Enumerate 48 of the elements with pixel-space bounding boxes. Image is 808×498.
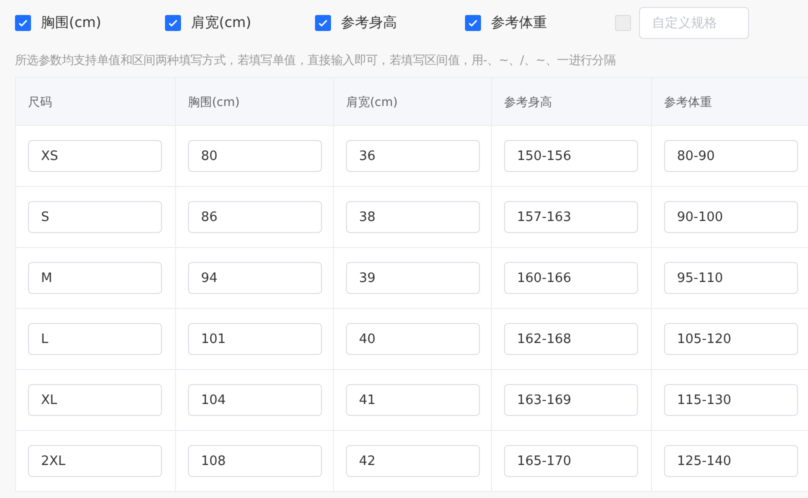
size-input[interactable]: 42 [346, 445, 480, 477]
size-input[interactable]: 163-169 [504, 384, 638, 416]
check-icon [317, 17, 329, 29]
size-input[interactable]: 90-100 [664, 201, 798, 233]
size-input[interactable]: 165-170 [504, 445, 638, 477]
size-input[interactable]: 41 [346, 384, 480, 416]
size-input[interactable]: 115-130 [664, 384, 798, 416]
column-header: 尺码 [28, 94, 52, 110]
size-input[interactable]: M [28, 262, 162, 294]
check-icon [167, 17, 179, 29]
checkbox[interactable] [465, 15, 481, 31]
checkbox-label[interactable]: 参考身高 [341, 12, 397, 34]
size-input[interactable]: 160-166 [504, 262, 638, 294]
size-input[interactable]: 104 [188, 384, 322, 416]
column-header: 参考体重 [664, 94, 712, 110]
check-icon [17, 17, 29, 29]
checkbox[interactable] [15, 15, 31, 31]
size-input[interactable]: 80 [188, 140, 322, 172]
checkbox[interactable] [315, 15, 331, 31]
checkbox-label[interactable]: 参考体重 [491, 12, 547, 34]
column-header: 参考身高 [504, 94, 552, 110]
size-input[interactable]: 80-90 [664, 140, 798, 172]
check-icon [467, 17, 479, 29]
column-header: 肩宽(cm) [346, 94, 398, 110]
column-header: 胸围(cm) [188, 94, 240, 110]
size-input[interactable]: 38 [346, 201, 480, 233]
size-input[interactable]: 105-120 [664, 323, 798, 355]
size-input[interactable]: 150-156 [504, 140, 638, 172]
size-input[interactable]: 86 [188, 201, 322, 233]
size-input[interactable]: S [28, 201, 162, 233]
size-input[interactable]: 95-110 [664, 262, 798, 294]
size-input[interactable]: 36 [346, 140, 480, 172]
size-input[interactable]: XL [28, 384, 162, 416]
size-input[interactable]: 40 [346, 323, 480, 355]
hint-text: 所选参数均支持单值和区间两种填写方式，若填写单值，直接输入即可，若填写区间值，用-、~、/、~、一进行分隔 [15, 52, 617, 69]
size-input[interactable]: 162-168 [504, 323, 638, 355]
checkbox-label[interactable]: 肩宽(cm) [191, 12, 252, 34]
size-input[interactable]: 39 [346, 262, 480, 294]
size-input[interactable]: XS [28, 140, 162, 172]
checkbox-label[interactable]: 胸围(cm) [41, 12, 102, 34]
size-input[interactable]: 157-163 [504, 201, 638, 233]
size-input[interactable]: 108 [188, 445, 322, 477]
checkbox[interactable] [165, 15, 181, 31]
size-input[interactable]: 94 [188, 262, 322, 294]
size-input[interactable]: 2XL [28, 445, 162, 477]
size-input[interactable]: L [28, 323, 162, 355]
size-input[interactable]: 101 [188, 323, 322, 355]
size-input[interactable]: 125-140 [664, 445, 798, 477]
